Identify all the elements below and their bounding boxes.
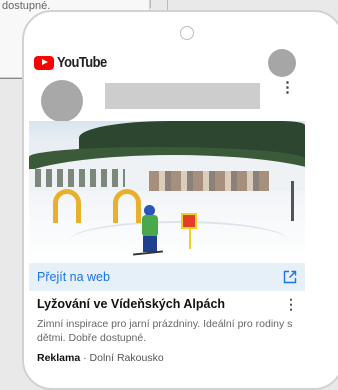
ad-meta: Reklama · Dolní Rakousko xyxy=(37,352,164,364)
image-gate-arch xyxy=(113,189,141,223)
image-slalom-flag xyxy=(181,213,197,229)
background-divider xyxy=(0,78,22,79)
image-track xyxy=(69,221,289,261)
image-gate-arch xyxy=(53,189,81,223)
channel-name-placeholder xyxy=(105,83,260,109)
more-options-icon[interactable]: ⋮ xyxy=(280,80,295,95)
visit-website-label: Přejít na web xyxy=(37,270,110,284)
ad-title[interactable]: Lyžování ve Vídeňských Alpách xyxy=(37,297,225,311)
image-houses xyxy=(149,171,269,193)
youtube-play-icon xyxy=(34,55,54,70)
ad-location: Dolní Rakousko xyxy=(89,352,164,364)
ad-description: Zimní inspirace pro jarní prázdniny. Ide… xyxy=(37,318,293,344)
ad-more-options-icon[interactable]: ⋮ xyxy=(284,296,298,313)
youtube-logo[interactable]: YouTube xyxy=(34,54,115,71)
open-external-icon xyxy=(283,270,297,284)
channel-avatar-placeholder[interactable] xyxy=(41,80,83,122)
image-post xyxy=(291,181,294,221)
account-avatar[interactable] xyxy=(268,49,296,77)
image-trees xyxy=(35,169,125,187)
phone-camera xyxy=(180,26,194,40)
youtube-wordmark: YouTube xyxy=(57,54,107,71)
background-divider xyxy=(150,0,151,8)
image-skier-jacket xyxy=(142,215,158,237)
sponsored-label: Reklama xyxy=(37,352,81,364)
image-skier-legs xyxy=(143,236,157,252)
ad-image-ski-slope[interactable] xyxy=(29,121,305,263)
meta-separator: · xyxy=(83,352,87,364)
visit-website-bar[interactable]: Přejít na web xyxy=(29,263,305,291)
